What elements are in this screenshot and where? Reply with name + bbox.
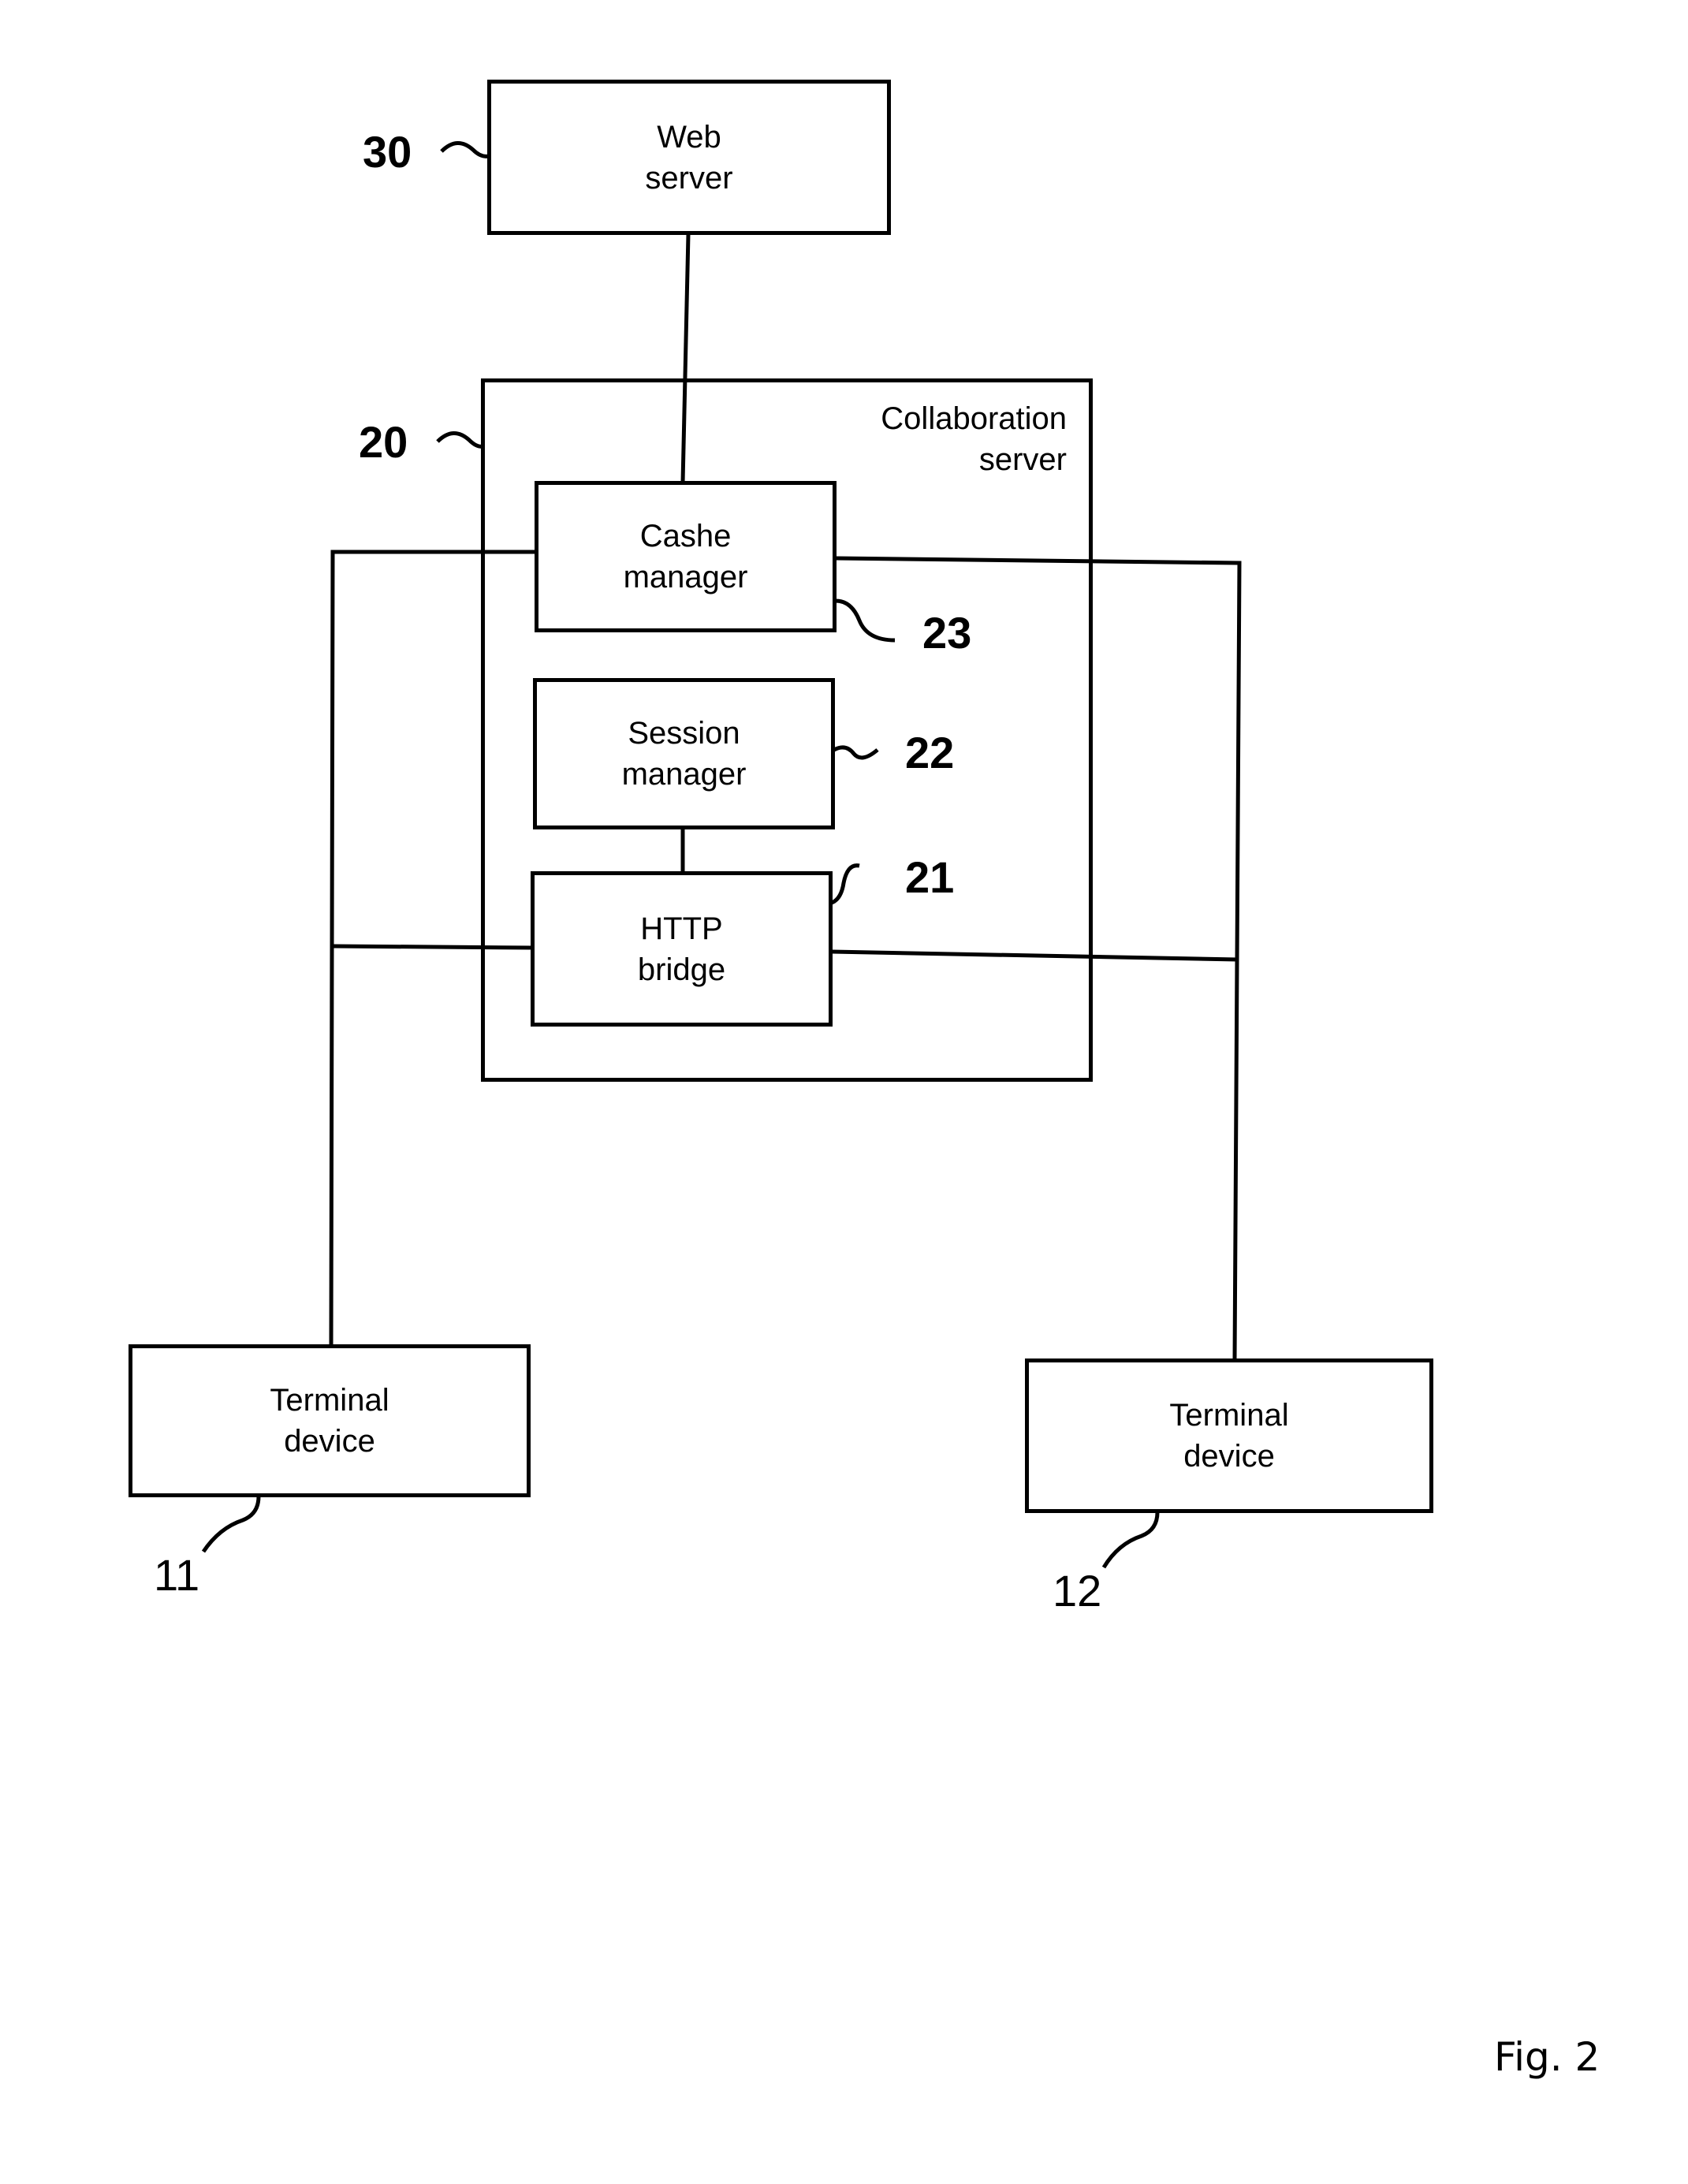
leader-20 (436, 431, 484, 449)
ref-30: 30 (363, 127, 412, 177)
cashe-manager-label-1: Cashe (639, 519, 732, 553)
terminal-device-11-box: Terminal device (129, 1344, 531, 1497)
web-server-label-1: Web (657, 119, 721, 155)
ref-20: 20 (359, 417, 408, 467)
session-manager-label-1: Session (628, 716, 740, 751)
http-bridge-box: HTTP bridge (531, 871, 833, 1027)
leader-30 (440, 141, 490, 158)
cashe-manager-label-2: manager (623, 560, 748, 594)
collaboration-server-label: Collaboration server (804, 398, 1067, 480)
cashe-manager-box: Cashe manager (535, 481, 837, 632)
terminal-11-label-2: device (284, 1424, 375, 1459)
session-manager-box: Session manager (533, 678, 835, 829)
terminal-12-label-2: device (1183, 1439, 1275, 1474)
terminal-device-12-box: Terminal device (1025, 1358, 1433, 1513)
ref-21: 21 (905, 852, 955, 902)
http-bridge-label-1: HTTP (640, 911, 723, 946)
leader-11 (201, 1496, 261, 1553)
figure-label: Fig. 2 (1494, 2034, 1600, 2080)
terminal-12-label-1: Terminal (1169, 1398, 1289, 1433)
http-bridge-label-2: bridge (637, 952, 726, 987)
web-server-label-2: server (645, 160, 733, 196)
terminal-11-label-1: Terminal (270, 1383, 389, 1418)
connector-lines (201, 141, 1242, 1569)
collaboration-server-label-2: server (978, 442, 1067, 477)
session-manager-label-2: manager (621, 757, 747, 792)
ref-12: 12 (1053, 1566, 1102, 1616)
leader-12 (1101, 1511, 1160, 1569)
ref-11: 11 (154, 1550, 200, 1600)
collaboration-server-label-1: Collaboration (881, 401, 1067, 436)
ref-22: 22 (905, 728, 955, 777)
web-server-box: Web server (487, 80, 891, 235)
ref-23: 23 (922, 608, 972, 658)
